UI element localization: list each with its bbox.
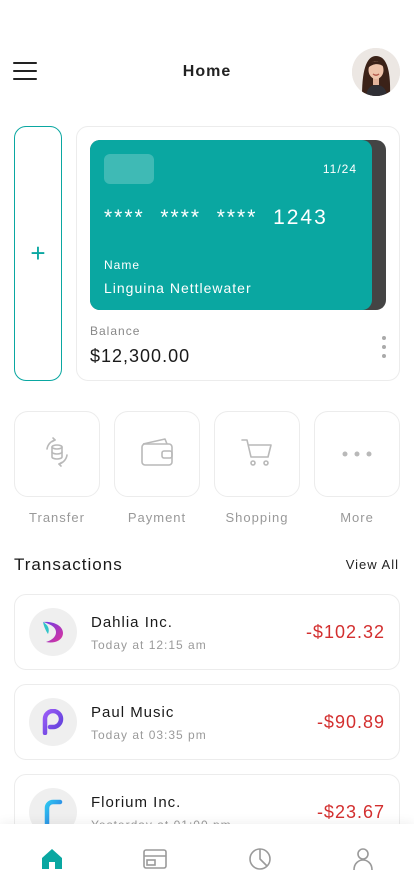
transaction-name: Dahlia Inc.	[91, 614, 173, 631]
card-expiry: 11/24	[322, 162, 357, 176]
avatar[interactable]	[352, 48, 400, 96]
card-holder-name: Linguina Nettlewater	[104, 280, 252, 296]
transaction-name: Florium Inc.	[91, 794, 182, 811]
card-number: **** **** **** 1243	[104, 206, 328, 229]
nav-home[interactable]	[39, 848, 65, 874]
transfer-icon	[40, 435, 74, 474]
add-card-button[interactable]: +	[14, 126, 62, 381]
transactions-title: Transactions	[14, 555, 123, 574]
home-icon	[40, 847, 64, 876]
nav-cards[interactable]	[142, 848, 168, 874]
payment-label: Payment	[127, 510, 187, 525]
wallet-icon	[139, 435, 175, 474]
transfer-label: Transfer	[29, 510, 85, 525]
transaction-name: Paul Music	[91, 704, 175, 721]
nav-profile[interactable]	[350, 847, 376, 876]
transaction-row[interactable]: Dahlia Inc. Today at 12:15 am -$102.32	[14, 594, 400, 670]
transaction-time: Today at 03:35 pm	[91, 728, 207, 742]
shopping-button[interactable]	[214, 411, 300, 497]
more-horizontal-icon	[341, 445, 373, 463]
balance-value: $12,300.00	[90, 346, 191, 366]
app-header: Home	[0, 0, 414, 130]
transaction-time: Today at 12:15 am	[91, 638, 207, 652]
balance-label: Balance	[90, 324, 141, 338]
paul-music-logo-icon	[29, 698, 77, 746]
card-icon	[142, 847, 168, 876]
transaction-amount: -$23.67	[316, 802, 385, 822]
user-icon	[351, 847, 375, 876]
transaction-row[interactable]: Paul Music Today at 03:35 pm -$90.89	[14, 684, 400, 760]
shopping-label: Shopping	[225, 510, 289, 525]
cart-icon	[239, 434, 275, 475]
bottom-navigation	[0, 824, 414, 896]
card-name-label: Name	[104, 258, 141, 272]
transfer-button[interactable]	[14, 411, 100, 497]
view-all-link[interactable]: View All	[346, 557, 399, 572]
dahlia-logo-icon	[29, 608, 77, 656]
transaction-amount: -$90.89	[316, 712, 385, 732]
kebab-menu-icon[interactable]	[378, 336, 390, 358]
payment-button[interactable]	[114, 411, 200, 497]
nav-stats[interactable]	[247, 847, 273, 876]
credit-card[interactable]: 11/24 **** **** **** 1243 Name Linguina …	[90, 140, 372, 310]
transaction-amount: -$102.32	[305, 622, 385, 642]
more-button[interactable]	[314, 411, 400, 497]
pie-chart-icon	[248, 847, 272, 876]
more-label: More	[340, 510, 374, 525]
card-chip	[104, 154, 154, 184]
